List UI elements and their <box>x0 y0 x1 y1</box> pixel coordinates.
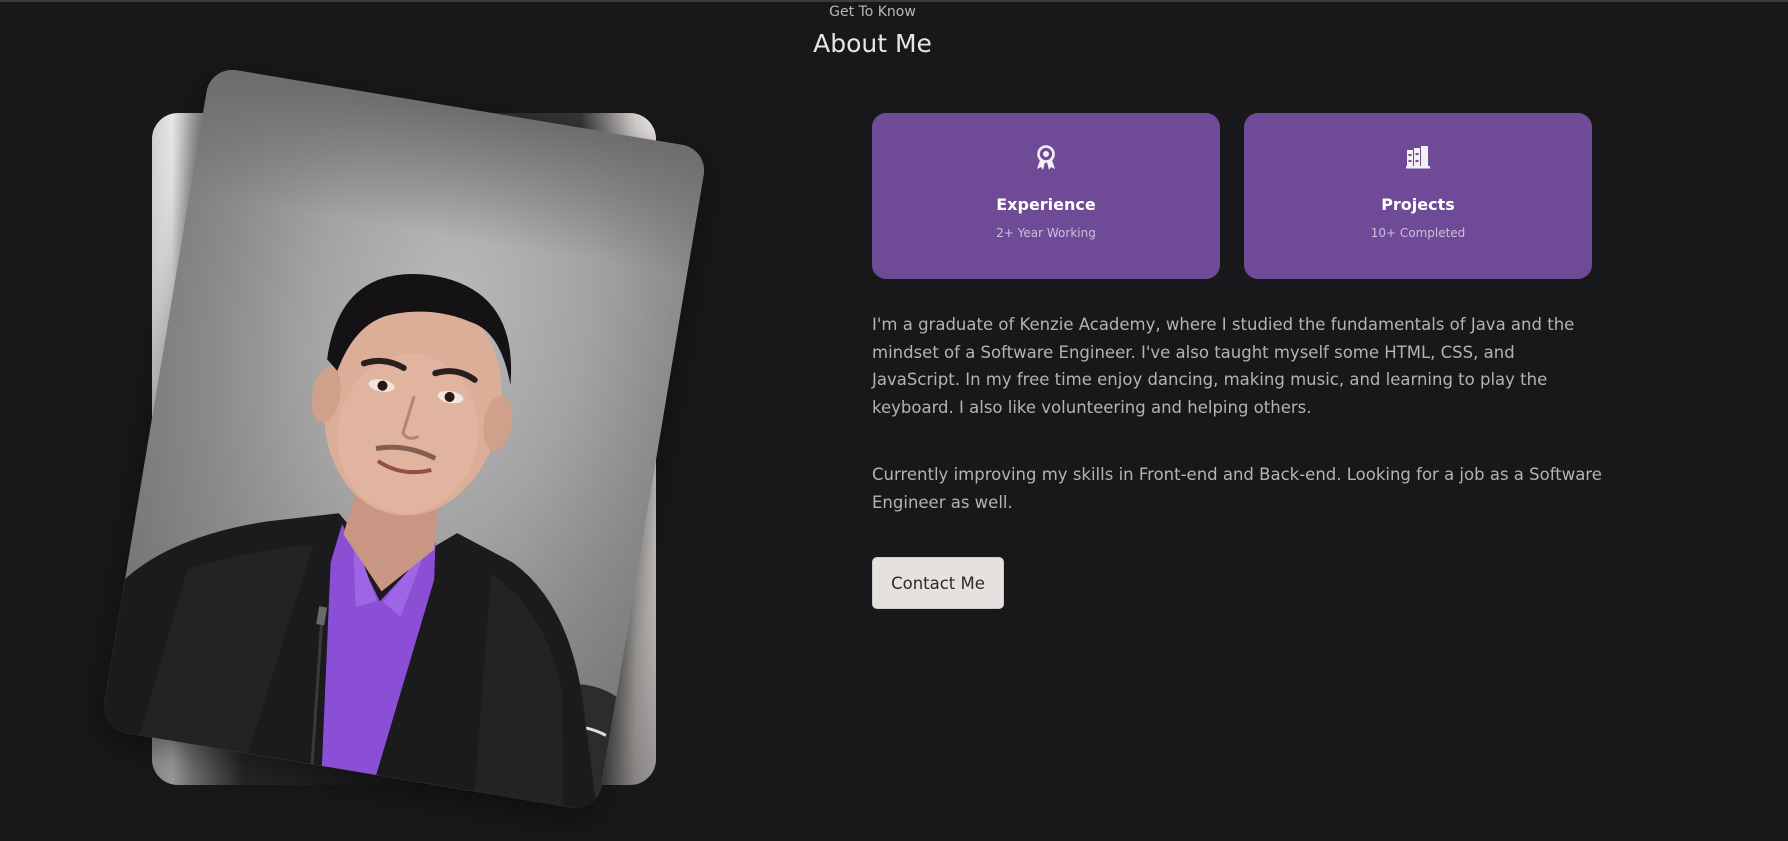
experience-title: Experience <box>996 195 1096 214</box>
section-title: About Me <box>813 29 932 58</box>
experience-subtitle: 2+ Year Working <box>996 226 1096 240</box>
experience-card: Experience 2+ Year Working <box>872 113 1220 279</box>
top-divider <box>0 0 1788 2</box>
projects-title: Projects <box>1381 195 1455 214</box>
section-eyebrow: Get To Know <box>829 4 916 20</box>
projects-card: Projects 10+ Completed <box>1244 113 1592 279</box>
projects-subtitle: 10+ Completed <box>1370 226 1466 240</box>
contact-me-button[interactable]: Contact Me <box>872 557 1004 609</box>
about-paragraph-2: Currently improving my skills in Front-e… <box>872 465 1602 512</box>
about-paragraph-1: I'm a graduate of Kenzie Academy, where … <box>872 315 1575 417</box>
award-icon <box>872 145 1220 171</box>
books-icon <box>1244 145 1592 171</box>
